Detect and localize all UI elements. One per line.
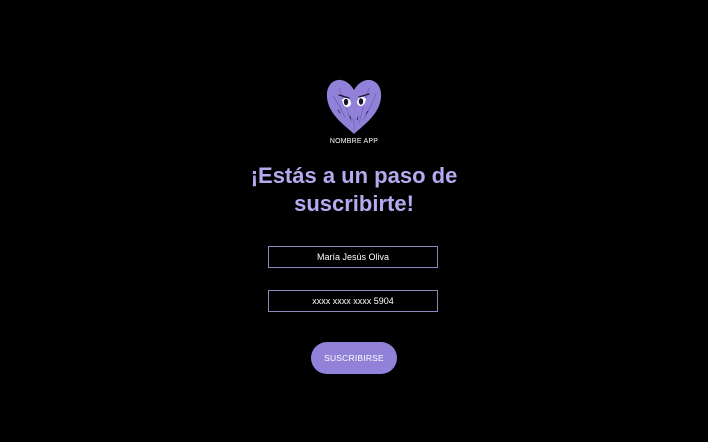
page-title-line-2: suscribirte! — [294, 191, 414, 216]
page-title: ¡Estás a un paso de suscribirte! — [0, 162, 708, 218]
card-number-field[interactable] — [268, 290, 438, 312]
heart-face-icon — [326, 79, 382, 134]
subscription-page: NOMBRE APP ¡Estás a un paso de suscribir… — [0, 0, 708, 442]
app-logo: NOMBRE APP — [0, 78, 708, 145]
page-title-line-1: ¡Estás a un paso de — [250, 163, 458, 188]
name-field[interactable] — [268, 246, 438, 268]
subscribe-button[interactable]: SUSCRIBIRSE — [311, 342, 397, 374]
app-name-label: NOMBRE APP — [329, 138, 379, 145]
